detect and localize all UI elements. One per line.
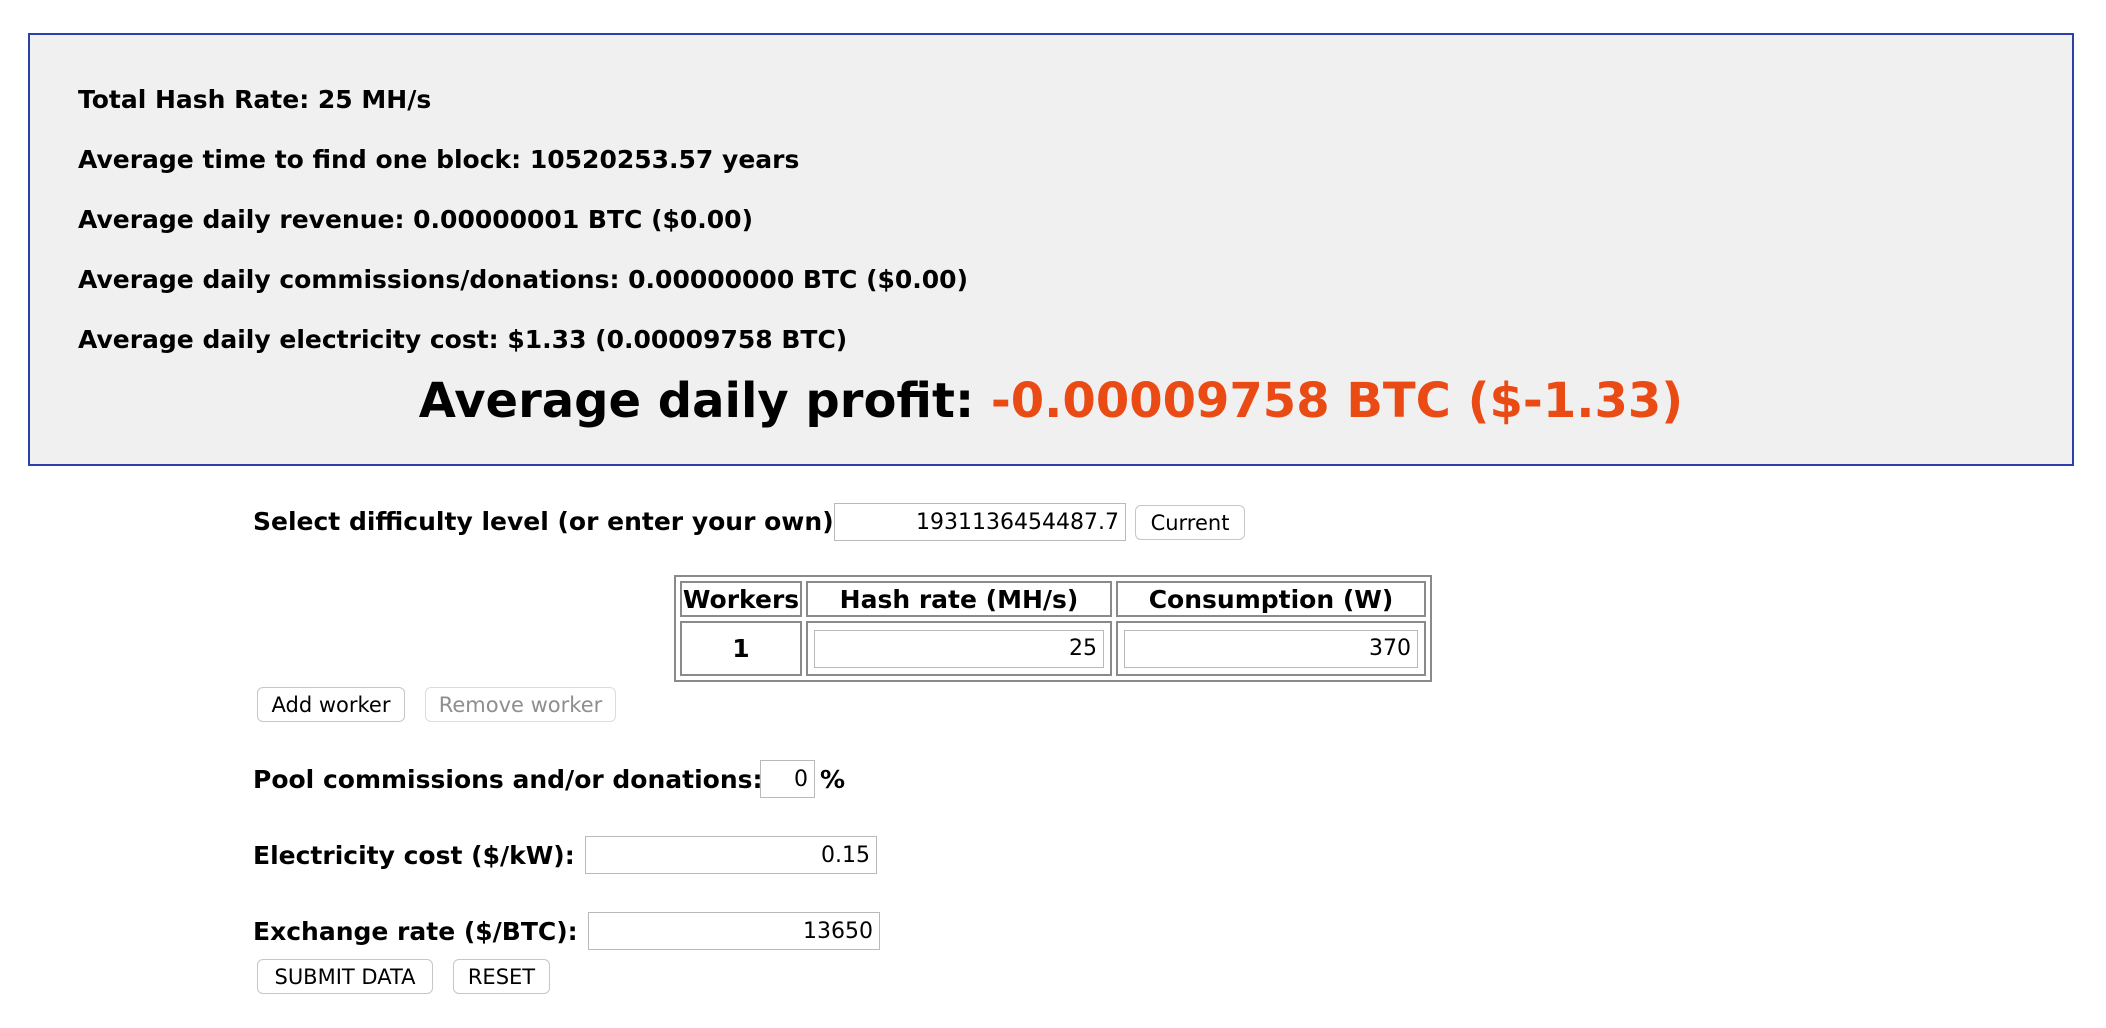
table-row: 1 [680, 621, 1426, 676]
current-difficulty-button[interactable]: Current [1135, 505, 1245, 540]
avg-daily-profit-label: Average daily profit: [418, 373, 991, 429]
total-hash-rate: Total Hash Rate: 25 MH/s [78, 85, 432, 114]
avg-daily-electricity-cost: Average daily electricity cost: $1.33 (0… [78, 325, 848, 354]
add-worker-button[interactable]: Add worker [257, 687, 405, 722]
hash-rate-column-header: Hash rate (MH/s) [806, 581, 1112, 617]
hash-rate-cell [806, 621, 1112, 676]
difficulty-input[interactable] [834, 503, 1126, 541]
workers-table-header-row: Workers Hash rate (MH/s) Consumption (W) [680, 581, 1426, 617]
percent-unit: % [820, 765, 846, 794]
remove-worker-button[interactable]: Remove worker [425, 687, 616, 722]
exchange-rate-input[interactable] [588, 912, 880, 950]
pool-commissions-input[interactable] [760, 760, 815, 798]
worker-number: 1 [680, 621, 802, 676]
avg-daily-revenue: Average daily revenue: 0.00000001 BTC ($… [78, 205, 753, 234]
consumption-input[interactable] [1124, 629, 1418, 668]
difficulty-label: Select difficulty level (or enter your o… [253, 507, 844, 536]
exchange-rate-label: Exchange rate ($/BTC): [253, 917, 578, 946]
workers-column-header: Workers [680, 581, 802, 617]
submit-data-button[interactable]: SUBMIT DATA [257, 959, 433, 994]
electricity-cost-label: Electricity cost ($/kW): [253, 841, 575, 870]
results-summary-panel: Total Hash Rate: 25 MH/s Average time to… [28, 33, 2074, 466]
avg-daily-profit-value: -0.00009758 BTC ($-1.33) [990, 373, 1684, 429]
hash-rate-input[interactable] [814, 629, 1104, 668]
electricity-cost-input[interactable] [585, 836, 877, 874]
consumption-column-header: Consumption (W) [1116, 581, 1426, 617]
avg-daily-commissions: Average daily commissions/donations: 0.0… [78, 265, 969, 294]
avg-daily-profit: Average daily profit: -0.00009758 BTC ($… [30, 373, 2072, 429]
pool-commissions-label: Pool commissions and/or donations: [253, 765, 763, 794]
workers-table: Workers Hash rate (MH/s) Consumption (W)… [674, 575, 1432, 682]
reset-button[interactable]: RESET [453, 959, 550, 994]
consumption-cell [1116, 621, 1426, 676]
avg-time-to-find-block: Average time to find one block: 10520253… [78, 145, 800, 174]
